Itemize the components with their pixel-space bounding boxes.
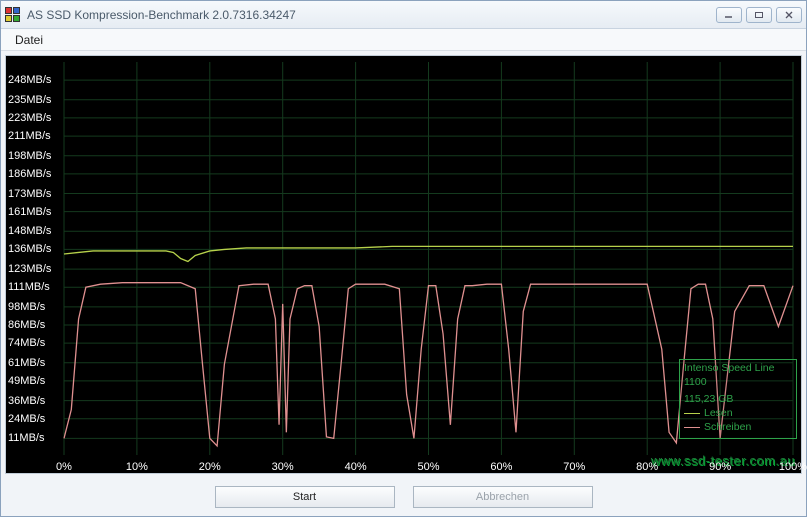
x-tick-label: 90% bbox=[709, 461, 731, 473]
menubar: Datei bbox=[1, 29, 806, 51]
app-icon bbox=[5, 7, 21, 23]
x-tick-label: 40% bbox=[345, 461, 367, 473]
window-title: AS SSD Kompression-Benchmark 2.0.7316.34… bbox=[27, 8, 716, 22]
legend-write-row: Schreiben bbox=[684, 421, 792, 434]
y-tick-label: 198MB/s bbox=[8, 150, 51, 162]
y-tick-label: 36MB/s bbox=[8, 395, 45, 407]
x-tick-label: 20% bbox=[199, 461, 221, 473]
chart-area: Intenso Speed Line 1100 115,23 GB Lesen … bbox=[5, 55, 802, 474]
y-tick-label: 111MB/s bbox=[8, 281, 50, 293]
legend-read-label: Lesen bbox=[704, 407, 733, 420]
x-tick-label: 50% bbox=[417, 461, 439, 473]
y-tick-label: 49MB/s bbox=[8, 375, 45, 387]
maximize-button[interactable] bbox=[746, 7, 772, 23]
y-tick-label: 173MB/s bbox=[8, 188, 51, 200]
y-tick-label: 223MB/s bbox=[8, 112, 51, 124]
abort-button[interactable]: Abbrechen bbox=[413, 486, 593, 508]
buttons-row: Start Abbrechen bbox=[5, 478, 802, 516]
legend-device: Intenso Speed Line 1100 bbox=[684, 362, 792, 388]
legend-box: Intenso Speed Line 1100 115,23 GB Lesen … bbox=[679, 359, 797, 439]
minimize-button[interactable] bbox=[716, 7, 742, 23]
y-tick-label: 161MB/s bbox=[8, 206, 51, 218]
x-tick-label: 60% bbox=[490, 461, 512, 473]
legend-write-swatch bbox=[684, 427, 700, 428]
y-tick-label: 136MB/s bbox=[8, 243, 51, 255]
close-button[interactable] bbox=[776, 7, 802, 23]
y-tick-label: 235MB/s bbox=[8, 94, 51, 106]
menu-file[interactable]: Datei bbox=[9, 31, 49, 49]
y-tick-label: 123MB/s bbox=[8, 263, 51, 275]
y-tick-label: 248MB/s bbox=[8, 74, 51, 86]
y-tick-label: 11MB/s bbox=[8, 432, 44, 444]
content: Intenso Speed Line 1100 115,23 GB Lesen … bbox=[1, 51, 806, 516]
x-tick-label: 10% bbox=[126, 461, 148, 473]
app-window: AS SSD Kompression-Benchmark 2.0.7316.34… bbox=[0, 0, 807, 517]
x-tick-label: 100% bbox=[779, 461, 807, 473]
maximize-icon bbox=[754, 11, 764, 19]
y-tick-label: 61MB/s bbox=[8, 357, 45, 369]
y-tick-label: 148MB/s bbox=[8, 225, 51, 237]
x-tick-label: 80% bbox=[636, 461, 658, 473]
y-tick-label: 211MB/s bbox=[8, 130, 51, 142]
x-tick-label: 70% bbox=[563, 461, 585, 473]
legend-capacity: 115,23 GB bbox=[684, 393, 792, 406]
y-tick-label: 74MB/s bbox=[8, 337, 45, 349]
titlebar: AS SSD Kompression-Benchmark 2.0.7316.34… bbox=[1, 1, 806, 29]
y-tick-label: 24MB/s bbox=[8, 413, 45, 425]
legend-read-row: Lesen bbox=[684, 407, 792, 420]
legend-read-swatch bbox=[684, 413, 700, 414]
x-tick-label: 0% bbox=[56, 461, 72, 473]
window-buttons bbox=[716, 7, 802, 23]
y-tick-label: 98MB/s bbox=[8, 301, 45, 313]
legend-write-label: Schreiben bbox=[704, 421, 751, 434]
minimize-icon bbox=[724, 11, 734, 19]
start-button[interactable]: Start bbox=[215, 486, 395, 508]
close-icon bbox=[784, 11, 794, 19]
y-tick-label: 86MB/s bbox=[8, 319, 45, 331]
x-tick-label: 30% bbox=[272, 461, 294, 473]
y-tick-label: 186MB/s bbox=[8, 168, 51, 180]
